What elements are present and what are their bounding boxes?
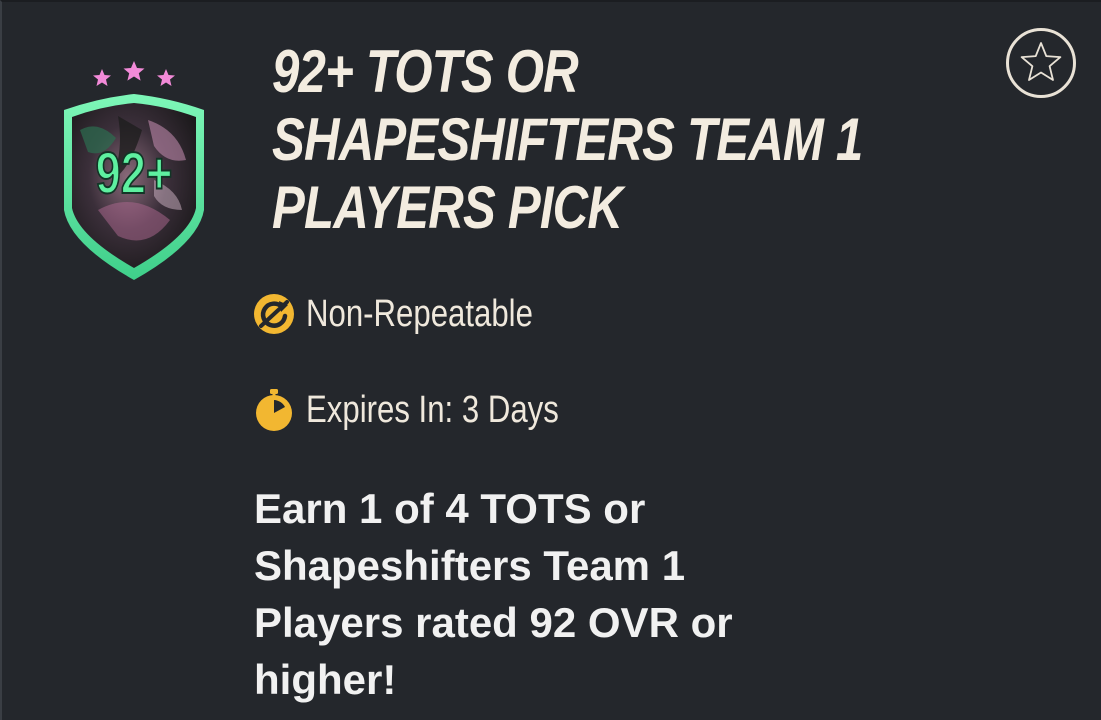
expiry-label: Expires In: 3 Days — [306, 388, 559, 431]
refresh-icon — [254, 294, 294, 334]
title-line-3: PLAYERS PICK — [272, 174, 623, 241]
title-line-2: SHAPESHIFTERS TEAM 1 — [272, 106, 863, 173]
description-line-3: Players rated 92 OVR or — [254, 599, 733, 646]
description-line-2: Shapeshifters Team 1 — [254, 542, 686, 589]
stopwatch-icon — [256, 389, 292, 431]
badge-rating-label: 92+ — [95, 141, 173, 207]
description-line-1: Earn 1 of 4 TOTS or — [254, 485, 646, 532]
objective-description: Earn 1 of 4 TOTS or Shapeshifters Team 1… — [254, 480, 814, 708]
objective-card: 92+ 92+ TOTS OR SHAPESHIFTERS TEAM 1 PLA… — [0, 0, 1101, 720]
rating-stars — [93, 61, 175, 86]
star-icon — [1020, 42, 1062, 81]
page-title: 92+ TOTS OR SHAPESHIFTERS TEAM 1 PLAYERS… — [272, 38, 863, 242]
title-line-1: 92+ TOTS OR — [272, 38, 579, 105]
expiry-row: Expires In: 3 Days — [252, 386, 614, 434]
repeatability-row: Non-Repeatable — [252, 290, 583, 338]
favorite-button[interactable] — [1006, 28, 1076, 98]
repeatability-label: Non-Repeatable — [306, 292, 533, 335]
description-line-4: higher! — [254, 656, 397, 703]
